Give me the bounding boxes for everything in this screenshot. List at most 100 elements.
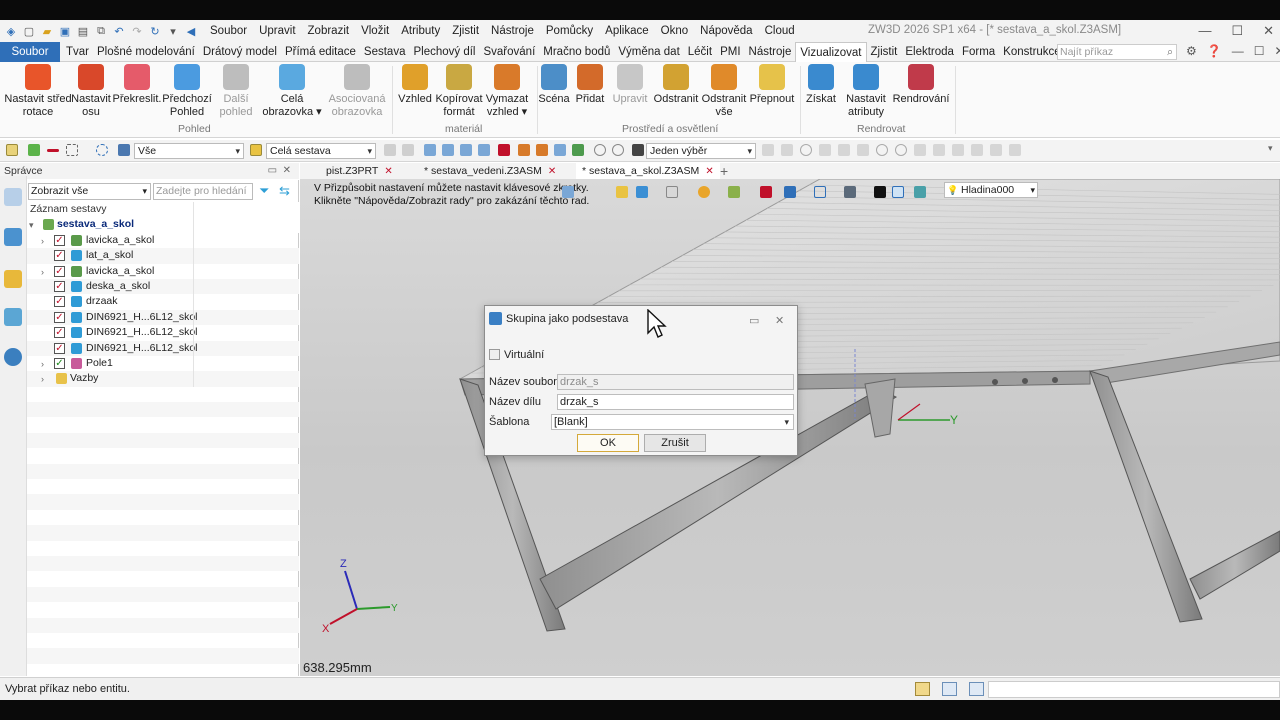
view-manager-icon[interactable] (4, 308, 22, 326)
expand-chevron-icon[interactable]: › (41, 234, 44, 249)
template-dropdown[interactable]: [Blank] (551, 414, 794, 430)
tree-item[interactable]: › ✓ lavicka_a_skol (27, 232, 299, 249)
menu-7[interactable]: Pomůcky (540, 25, 599, 37)
black-rect-icon[interactable] (874, 186, 886, 198)
user-icon[interactable] (4, 348, 22, 366)
open-folder-icon[interactable]: ▰ (40, 24, 54, 38)
expand-chevron-icon[interactable]: › (41, 265, 44, 280)
snap-icon-9[interactable] (914, 144, 926, 156)
view-tool-2[interactable] (784, 186, 796, 198)
visibility-checkbox[interactable]: ✓ (54, 342, 65, 354)
render-mode-icon[interactable] (698, 186, 710, 198)
panel-restore-icon[interactable]: ☐ (1254, 44, 1265, 58)
shaded-view-icon[interactable] (616, 186, 628, 198)
snap-icon-6[interactable] (857, 144, 869, 156)
ribbon-tab-12[interactable]: Nástroje (745, 42, 796, 62)
show-filter-dropdown[interactable]: Zobrazit vše (28, 183, 151, 200)
menu-8[interactable]: Aplikace (599, 25, 654, 37)
tree-root[interactable]: ▾ sestava_a_skol (27, 217, 299, 233)
add-icon[interactable] (28, 144, 40, 156)
visibility-checkbox[interactable]: ✓ (54, 250, 65, 262)
save-icon[interactable]: ▣ (58, 24, 72, 38)
visibility-checkbox[interactable]: ✓ (54, 357, 65, 369)
redo-icon[interactable]: ↷ (130, 24, 144, 38)
command-search-input[interactable]: Najít příkaz ⌕ (1057, 44, 1177, 60)
undo-icon[interactable]: ↶ (112, 24, 126, 38)
visibility-checkbox[interactable]: ✓ (54, 327, 65, 339)
ribbon-tab-10[interactable]: Léčit (684, 42, 716, 62)
document-tab-1[interactable]: * sestava_vedeni.Z3ASM ✕ (418, 163, 562, 179)
toolbar-icon-d[interactable] (442, 144, 454, 156)
panel-search-input[interactable]: Zadejte pro hledání (153, 183, 253, 200)
tree-item[interactable]: ✓ DIN6921_H...6L12_skol (27, 325, 299, 341)
snap-icon-10[interactable] (933, 144, 945, 156)
dropdown-arrow-icon[interactable]: ▾ (166, 24, 180, 38)
maximize-icon[interactable]: ☐ (1231, 23, 1243, 39)
ribbon-tab-8[interactable]: Mračno bodů (539, 42, 614, 62)
filter-list-icon[interactable] (118, 144, 130, 156)
tab-close-icon[interactable]: ✕ (705, 166, 713, 177)
cancel-button[interactable]: Zrušit (644, 434, 706, 452)
toolbar-icon-c[interactable] (424, 144, 436, 156)
toolbar-icon-e[interactable] (460, 144, 472, 156)
ribbon-tab-11[interactable]: PMI (716, 42, 744, 62)
dialog-close-icon[interactable]: ✕ (775, 314, 784, 327)
snap-icon-14[interactable] (1009, 144, 1021, 156)
expand-chevron-icon[interactable]: › (41, 357, 44, 372)
document-tab-0[interactable]: pist.Z3PRT ✕ (320, 163, 399, 179)
appearance-icon[interactable] (728, 186, 740, 198)
wire-cube-icon[interactable] (666, 186, 678, 198)
toolbar-icon-i[interactable] (536, 144, 548, 156)
tree-item[interactable]: ✓ lat_a_skol (27, 248, 299, 264)
dialog-pin-icon[interactable]: ▭ (749, 314, 759, 327)
menu-6[interactable]: Nástroje (485, 25, 540, 37)
snap-icon-12[interactable] (971, 144, 983, 156)
menu-2[interactable]: Zobrazit (302, 25, 356, 37)
ribbon-tab-2[interactable]: Plošné modelování (93, 42, 199, 62)
partname-field[interactable]: drzak_s (557, 394, 794, 410)
ribbon-tab-4[interactable]: Přímá editace (281, 42, 360, 62)
assembly-tree-icon[interactable] (4, 228, 22, 246)
new-tab-plus-icon[interactable]: + (714, 163, 734, 179)
panel-close-icon[interactable]: ✕ (283, 165, 291, 176)
ribbon-tab-13[interactable]: Vizualizovat (795, 41, 867, 62)
menu-11[interactable]: Cloud (759, 25, 801, 37)
pick-filter-icon[interactable] (6, 144, 18, 156)
ribbon-tab-0[interactable]: Soubor (0, 41, 60, 62)
collapse-chevron-icon[interactable]: ▾ (29, 218, 34, 233)
menu-1[interactable]: Upravit (253, 25, 301, 37)
history-tree-icon[interactable] (4, 188, 22, 206)
expand-chevron-icon[interactable]: › (41, 372, 44, 387)
visibility-checkbox[interactable]: ✓ (54, 265, 65, 277)
snap-icon-2[interactable] (781, 144, 793, 156)
help-icon[interactable]: ❓ (1207, 44, 1222, 58)
visibility-checkbox[interactable]: ✓ (54, 296, 65, 308)
settings-gear-icon[interactable]: ⚙ (1186, 44, 1197, 58)
tree-item[interactable]: › ✓ Pole1 (27, 355, 299, 372)
select-mode-dropdown[interactable]: Jeden výběr (646, 143, 756, 159)
lasso-icon[interactable] (96, 144, 108, 156)
print-icon[interactable]: ▤ (76, 24, 90, 38)
visibility-checkbox[interactable]: ✓ (54, 311, 65, 323)
toolbar-icon-a[interactable] (384, 144, 396, 156)
toolbar-icon-f[interactable] (478, 144, 490, 156)
menu-9[interactable]: Okno (655, 25, 695, 37)
snap-icon-5[interactable] (838, 144, 850, 156)
menu-0[interactable]: Soubor (204, 25, 253, 37)
visibility-checkbox[interactable]: ✓ (54, 234, 65, 246)
tree-item[interactable]: › ✓ lavicka_a_skol (27, 263, 299, 280)
toolbar-overflow-icon[interactable]: ▾ (1268, 143, 1273, 154)
close-icon[interactable]: ✕ (1263, 23, 1274, 39)
tree-item[interactable]: › Vazby (27, 371, 299, 387)
part-icon[interactable] (4, 270, 22, 288)
blue-frame-icon[interactable] (892, 186, 904, 198)
select-box-icon[interactable] (66, 144, 78, 156)
scope-icon[interactable] (250, 144, 262, 156)
app-logo-icon[interactable]: ◈ (4, 24, 18, 38)
menu-10[interactable]: Nápověda (694, 25, 758, 37)
tree-item[interactable]: ✓ deska_a_skol (27, 278, 299, 295)
snap-icon-13[interactable] (990, 144, 1002, 156)
ribbon-tab-1[interactable]: Tvar (62, 42, 93, 62)
new-file-icon[interactable]: ▢ (22, 24, 36, 38)
ok-button[interactable]: OK (577, 434, 639, 452)
